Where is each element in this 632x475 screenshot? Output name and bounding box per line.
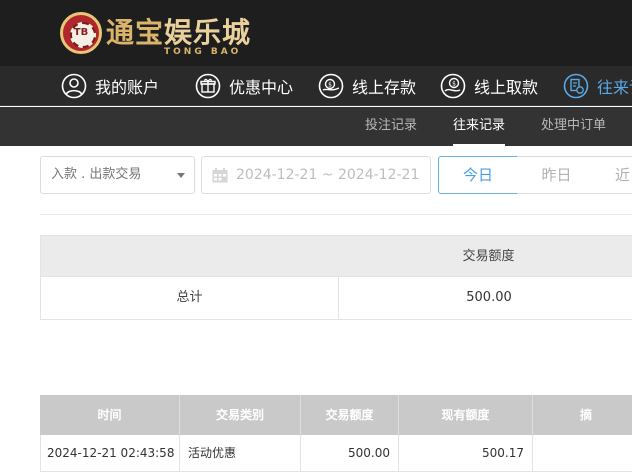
main-nav: 我的账户 优惠中心 $ 线上存款 $ 线上取款 往来记录 (0, 66, 632, 106)
logo-name-part1: 通宝 (106, 16, 165, 49)
tab-transaction-records[interactable]: 往来记录 (453, 107, 506, 146)
column-header-time: 时间 (40, 395, 180, 435)
nav-withdraw-label: 线上取款 (474, 78, 539, 97)
cell-balance: 500.17 (399, 435, 533, 472)
recent-button[interactable]: 近 (596, 156, 632, 194)
nav-promotions-label: 优惠中心 (229, 78, 294, 97)
nav-my-account[interactable]: 我的账户 (61, 72, 159, 100)
gift-icon (195, 73, 221, 99)
summary-total-label: 总计 (41, 277, 339, 319)
transactions-table: 时间 交易类别 交易额度 现有额度 摘 2024-12-21 02:43:58 … (40, 395, 632, 472)
cell-amount: 500.00 (301, 435, 399, 472)
nav-my-account-label: 我的账户 (95, 78, 160, 97)
column-header-balance: 现有额度 (399, 395, 533, 435)
nav-deposit-label: 线上存款 (352, 78, 417, 97)
summary-table: 交易额度 总计 500.00 (40, 235, 632, 320)
column-header-type: 交易类别 (180, 395, 301, 435)
divider (40, 214, 632, 215)
cell-time: 2024-12-21 02:43:58 (41, 435, 180, 472)
svg-text:$: $ (452, 81, 456, 88)
nav-deposit[interactable]: $ 线上存款 (318, 72, 416, 100)
nav-promotions[interactable]: 优惠中心 (195, 72, 293, 100)
svg-text:$: $ (328, 82, 332, 89)
logo-wordmark: 通宝娱乐城 TONG BAO (106, 16, 252, 58)
cell-type: 活动优惠 (180, 435, 301, 472)
summary-header-label: 交易额度 (462, 249, 515, 264)
brand-logo[interactable]: TB 通宝娱乐城 TONG BAO (60, 8, 251, 58)
withdraw-icon: $ (440, 73, 466, 99)
tab-bet-records[interactable]: 投注记录 (365, 107, 417, 146)
yesterday-button[interactable]: 昨日 (517, 156, 597, 194)
calendar-icon (212, 168, 228, 183)
transaction-type-value: 入款 . 出款交易 (51, 167, 142, 182)
summary-header: 交易额度 (40, 235, 632, 277)
logo-name-part2: 娱乐城 (164, 16, 252, 49)
summary-total-row: 总计 500.00 (40, 277, 632, 320)
today-button[interactable]: 今日 (438, 156, 518, 194)
records-icon (563, 73, 589, 99)
nav-records[interactable]: 往来记录 (563, 72, 632, 100)
date-range-value: 2024-12-21 ~ 2024-12-21 (236, 167, 420, 183)
logo-name-en: TONG BAO (164, 47, 242, 57)
deposit-icon: $ (318, 73, 344, 99)
logo-badge-icon: TB (60, 12, 102, 54)
nav-records-label: 往来记录 (597, 78, 632, 97)
header-bar: TB 通宝娱乐城 TONG BAO (0, 0, 632, 66)
chevron-down-icon (177, 173, 185, 178)
table-row: 2024-12-21 02:43:58 活动优惠 500.00 500.17 (40, 435, 632, 472)
nav-withdraw[interactable]: $ 线上取款 (440, 72, 538, 100)
user-icon (61, 73, 87, 99)
date-range-picker[interactable]: 2024-12-21 ~ 2024-12-21 (201, 156, 431, 194)
transaction-type-select[interactable]: 入款 . 出款交易 (40, 156, 195, 194)
sub-nav: 投注记录 往来记录 处理中订单 (0, 107, 632, 146)
summary-total-value: 500.00 (466, 290, 512, 305)
logo-badge-text: TB (73, 27, 89, 38)
cell-memo (533, 435, 632, 472)
table-header: 时间 交易类别 交易额度 现有额度 摘 (40, 395, 632, 435)
column-header-amount: 交易额度 (301, 395, 399, 435)
column-header-memo: 摘 (533, 395, 632, 435)
tab-pending-orders[interactable]: 处理中订单 (541, 107, 606, 146)
